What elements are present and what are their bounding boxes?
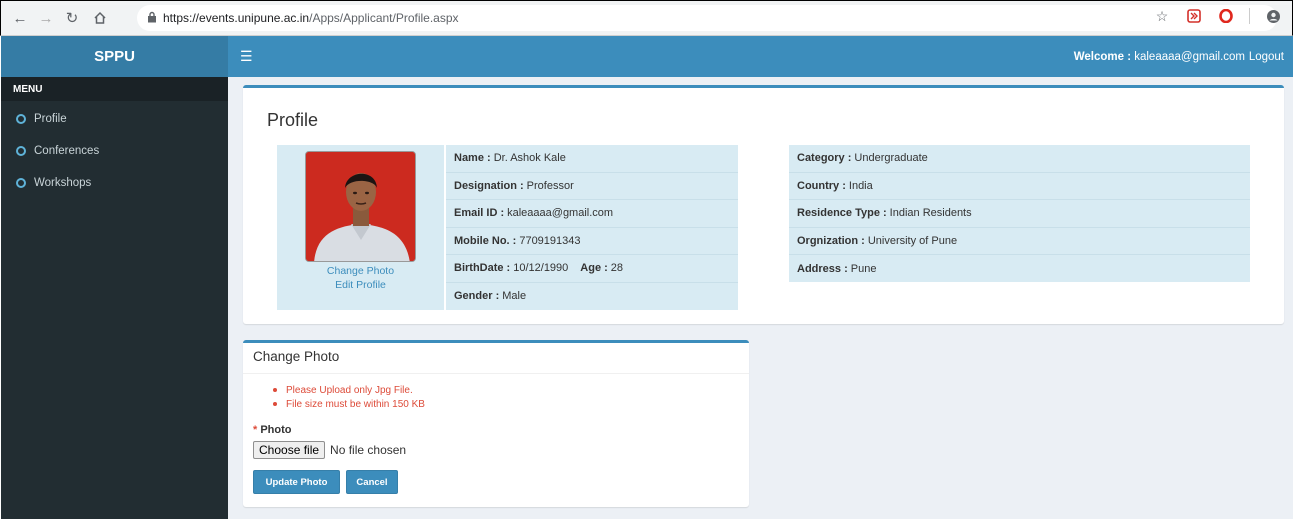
- url-base: https://events.unipune.ac.in: [163, 11, 310, 25]
- info-value: kaleaaaa@gmail.com: [507, 207, 614, 220]
- brand-logo[interactable]: SPPU: [1, 36, 228, 77]
- profile-box: Profile Change Photo Edit Profile Name:…: [243, 85, 1284, 324]
- address-bar[interactable]: https://events.unipune.ac.in/Apps/Applic…: [137, 5, 1277, 31]
- sidebar-item-conferences[interactable]: Conferences: [1, 135, 228, 167]
- url-path: /Apps/Applicant/Profile.aspx: [309, 11, 459, 25]
- menu-header: MENU: [1, 77, 228, 101]
- file-status: No file chosen: [330, 443, 407, 457]
- sidebar: MENU Profile Conferences Workshops: [1, 77, 228, 519]
- cancel-button[interactable]: Cancel: [346, 470, 398, 494]
- info-organization: Orgnization : University of Pune: [789, 228, 1250, 255]
- info-label: Name :: [454, 152, 491, 165]
- top-navbar: ☰ Welcome : kaleaaaa@gmail.com Logout: [228, 36, 1293, 77]
- profile-info-right: Category : Undergraduate Country : India R…: [789, 145, 1250, 282]
- info-value: Professor: [526, 179, 574, 192]
- info-label: Gender :: [454, 290, 500, 303]
- info-country: Country : India: [789, 173, 1250, 200]
- menu-toggle-icon[interactable]: ☰: [240, 48, 253, 65]
- info-name: Name : Dr. Ashok Kale: [446, 145, 738, 173]
- url-text: https://events.unipune.ac.in/Apps/Applic…: [163, 11, 459, 25]
- circle-icon: [16, 114, 26, 124]
- change-photo-link[interactable]: Change Photo: [277, 265, 444, 277]
- info-label: Orgnization :: [797, 234, 865, 247]
- info-label: Email ID :: [454, 207, 505, 220]
- photo-label-text: Photo: [260, 424, 292, 436]
- info-label: BirthDate :: [454, 262, 511, 275]
- welcome-label: Welcome :: [1073, 50, 1132, 63]
- page-title: Profile: [267, 110, 319, 130]
- info-birthdate: BirthDate :10/12/1990 Age :28: [446, 255, 738, 283]
- info-label: Country :: [797, 179, 846, 192]
- rule-item: File size must be within 150 KB: [273, 397, 425, 411]
- info-mobile: Mobile No. :7709191343: [446, 228, 738, 255]
- info-label: Address :: [797, 262, 848, 275]
- upload-rules: Please Upload only Jpg File. File size m…: [273, 383, 425, 411]
- circle-icon: [16, 146, 26, 156]
- info-value: 7709191343: [519, 234, 581, 247]
- info-value: Undergraduate: [854, 152, 928, 165]
- edit-profile-link[interactable]: Edit Profile: [277, 279, 444, 291]
- change-photo-title: Change Photo: [253, 349, 340, 364]
- file-input: Choose file No file chosen: [253, 441, 406, 459]
- required-mark: *: [253, 424, 258, 436]
- reload-icon[interactable]: ↻: [61, 7, 83, 29]
- info-label: Mobile No. :: [454, 234, 517, 247]
- sidebar-item-workshops[interactable]: Workshops: [1, 167, 228, 199]
- photo-field-label: * Photo: [253, 424, 292, 436]
- divider: [243, 373, 749, 374]
- info-label: Category :: [797, 152, 852, 165]
- rule-item: Please Upload only Jpg File.: [273, 383, 425, 397]
- info-gender: Gender : Male: [446, 283, 738, 311]
- info-value: Pune: [850, 262, 877, 275]
- info-designation: Designation : Professor: [446, 173, 738, 200]
- opera-icon[interactable]: [1217, 7, 1235, 25]
- info-value: 10/12/1990: [513, 262, 569, 275]
- home-icon[interactable]: [89, 7, 111, 29]
- profile-photo: [305, 151, 416, 262]
- photo-cell: Change Photo Edit Profile: [277, 145, 444, 310]
- sidebar-item-label: Profile: [34, 113, 67, 125]
- info-category: Category : Undergraduate: [789, 145, 1250, 173]
- welcome-text: Welcome : kaleaaaa@gmail.com: [1074, 51, 1245, 63]
- info-address: Address : Pune: [789, 255, 1250, 283]
- back-arrow-icon[interactable]: ←: [9, 7, 31, 29]
- info-value: India: [848, 179, 873, 192]
- info-value: Male: [502, 290, 527, 303]
- sidebar-item-label: Workshops: [34, 177, 92, 189]
- info-email: Email ID : kaleaaaa@gmail.com: [446, 200, 738, 228]
- info-value: Dr. Ashok Kale: [493, 152, 566, 165]
- main-content: Profile Change Photo Edit Profile Name:…: [228, 77, 1293, 519]
- info-label: Designation :: [454, 179, 524, 192]
- update-photo-button[interactable]: Update Photo: [253, 470, 340, 494]
- choose-file-button[interactable]: Choose file: [253, 441, 326, 459]
- lock-icon: [147, 11, 157, 26]
- info-label: Residence Type :: [797, 207, 887, 220]
- sidebar-item-profile[interactable]: Profile: [1, 103, 228, 135]
- logout-link[interactable]: Logout: [1249, 51, 1284, 63]
- star-icon[interactable]: ☆: [1153, 7, 1171, 25]
- info-value: University of Pune: [867, 234, 958, 247]
- extension-icon[interactable]: [1185, 7, 1203, 25]
- age-label: Age :: [580, 262, 608, 275]
- profile-info-left: Name : Dr. Ashok Kale Designation : Profes…: [446, 145, 738, 310]
- info-residence-type: Residence Type : Indian Residents: [789, 200, 1250, 228]
- info-value: Indian Residents: [889, 207, 972, 220]
- sidebar-item-label: Conferences: [34, 145, 100, 157]
- circle-icon: [16, 178, 26, 188]
- account-icon[interactable]: [1264, 7, 1282, 25]
- age-value: 28: [610, 262, 624, 275]
- forward-arrow-icon[interactable]: →: [35, 7, 57, 29]
- change-photo-box: Change Photo Please Upload only Jpg File…: [243, 340, 749, 507]
- browser-toolbar: ← → ↻ https://events.unipune.ac.in/Apps/…: [0, 0, 1293, 36]
- welcome-email: kaleaaaa@gmail.com: [1134, 50, 1245, 63]
